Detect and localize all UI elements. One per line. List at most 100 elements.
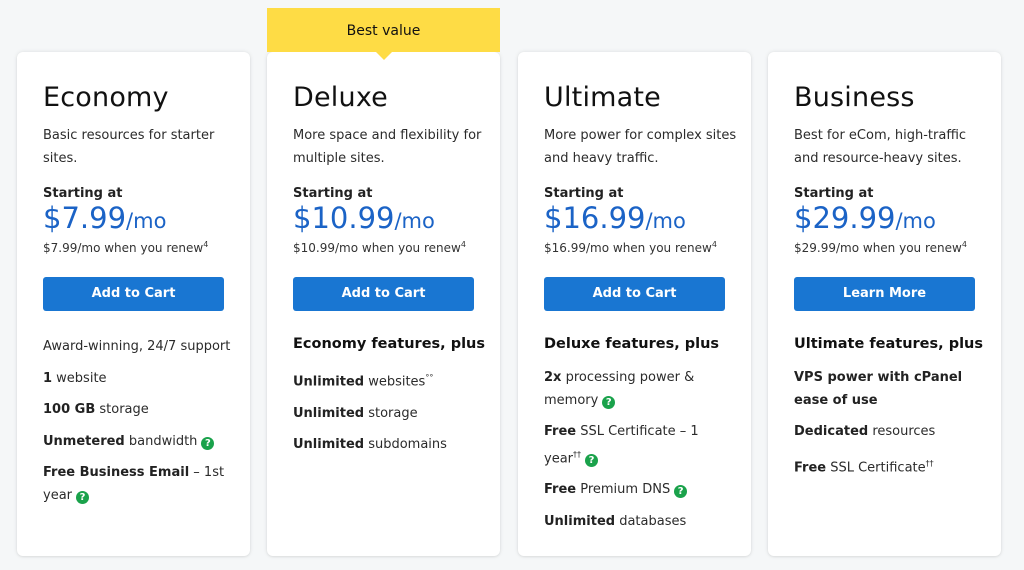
feature-text: website (52, 370, 107, 386)
feature-strong: VPS power with cPanel ease of use (794, 370, 963, 408)
feature-item: 100 GB storage (43, 399, 236, 422)
feature-list: VPS power with cPanel ease of use Dedica… (794, 367, 987, 488)
feature-item: Unmetered bandwidth? (43, 431, 236, 454)
feature-item: Unlimited websites°° (293, 367, 486, 394)
help-icon[interactable]: ? (76, 490, 90, 504)
feature-text: databases (615, 513, 687, 529)
feature-item: Free SSL Certificate†† (794, 453, 987, 480)
renewal-text: $7.99/mo when you renew (43, 241, 204, 255)
plan-price: $7.99/mo (43, 201, 166, 235)
add-to-cart-button[interactable]: Add to Cart (293, 277, 474, 311)
footnote-marker: 4 (460, 240, 466, 249)
price-period: /mo (645, 209, 686, 233)
help-icon[interactable]: ? (674, 485, 688, 499)
feature-strong: 2x (544, 370, 562, 385)
price-amount: $10.99 (293, 201, 395, 235)
help-icon[interactable]: ? (585, 453, 599, 467)
plan-price: $29.99/mo (794, 201, 936, 235)
feature-strong: 1 (43, 370, 53, 386)
feature-text: storage (95, 402, 149, 417)
price-amount: $16.99 (544, 201, 646, 235)
plan-card-economy: Economy Basic resources for starter site… (17, 52, 250, 556)
help-icon[interactable]: ? (201, 436, 215, 450)
feature-strong: Free (544, 482, 577, 498)
footnote-marker: †† (573, 449, 582, 459)
plan-name: Economy (43, 82, 169, 113)
renewal-text: $10.99/mo when you renew (293, 241, 461, 255)
best-value-label: Best value (346, 23, 421, 39)
feature-item: Free Premium DNS? (544, 479, 737, 502)
feature-item: Unlimited storage (293, 403, 486, 426)
renewal-text: $16.99/mo when you renew (544, 241, 712, 255)
add-to-cart-button[interactable]: Add to Cart (43, 277, 224, 311)
renewal-price: $10.99/mo when you renew4 (293, 240, 466, 255)
feature-strong: Free Business Email (43, 465, 190, 480)
renewal-text: $29.99/mo when you renew (794, 241, 962, 255)
feature-item: 2x processing power & memory? (544, 367, 737, 412)
feature-text: websites (364, 374, 426, 390)
feature-strong: Unlimited (544, 513, 616, 529)
best-value-ribbon: Best value (267, 8, 500, 60)
starting-at-label: Starting at (293, 186, 373, 201)
feature-text: subdomains (364, 437, 447, 453)
plan-card-business: Business Best for eCom, high-traffic and… (768, 52, 1001, 556)
footnote-marker: 4 (961, 240, 967, 249)
features-heading: Ultimate features, plus (794, 336, 984, 352)
starting-at-label: Starting at (794, 186, 874, 201)
feature-text: bandwidth (124, 433, 198, 449)
starting-at-label: Starting at (43, 186, 123, 201)
feature-item: Free SSL Certificate – 1 year††? (544, 421, 737, 470)
feature-text: Award-winning, 24/7 support (43, 339, 231, 354)
footnote-marker: 4 (203, 240, 209, 249)
feature-text: processing power & memory (544, 370, 695, 408)
feature-item: Unlimited subdomains (293, 434, 486, 457)
plan-name: Business (794, 82, 915, 113)
price-period: /mo (895, 209, 936, 233)
plan-name: Ultimate (544, 82, 661, 113)
plan-price: $16.99/mo (544, 201, 686, 235)
feature-strong: Unlimited (293, 405, 365, 421)
feature-list: Award-winning, 24/7 support 1 website 10… (43, 336, 236, 516)
feature-strong: Free (544, 424, 577, 439)
renewal-price: $7.99/mo when you renew4 (43, 240, 208, 255)
plan-name: Deluxe (293, 82, 388, 113)
price-amount: $7.99 (43, 201, 127, 235)
feature-strong: Dedicated (794, 424, 869, 439)
price-amount: $29.99 (794, 201, 896, 235)
plan-description: Best for eCom, high-traffic and resource… (794, 128, 967, 166)
plan-card-deluxe: Deluxe More space and flexibility for mu… (267, 52, 500, 556)
renewal-price: $29.99/mo when you renew4 (794, 240, 967, 255)
feature-item: Unlimited databases (544, 511, 737, 534)
feature-strong: Unlimited (293, 437, 365, 453)
features-heading: Economy features, plus (293, 336, 486, 352)
footnote-marker: °° (425, 373, 434, 382)
help-icon[interactable]: ? (602, 395, 616, 409)
learn-more-button[interactable]: Learn More (794, 277, 975, 311)
feature-strong: Free (794, 459, 827, 475)
footnote-marker: 4 (711, 240, 717, 249)
feature-item: Award-winning, 24/7 support (43, 336, 236, 359)
plan-description: More space and flexibility for multiple … (293, 128, 482, 166)
footnote-marker: †† (925, 458, 934, 468)
feature-strong: Unlimited (293, 374, 365, 390)
feature-list: 2x processing power & memory? Free SSL C… (544, 367, 737, 542)
starting-at-label: Starting at (544, 186, 624, 201)
add-to-cart-button[interactable]: Add to Cart (544, 277, 725, 311)
renewal-price: $16.99/mo when you renew4 (544, 240, 717, 255)
feature-item: Dedicated resources (794, 421, 987, 444)
feature-item: 1 website (43, 368, 236, 391)
feature-text: Premium DNS (576, 482, 671, 498)
plan-description: More power for complex sites and heavy t… (544, 128, 737, 166)
plan-price: $10.99/mo (293, 201, 435, 235)
plan-description: Basic resources for starter sites. (43, 128, 215, 166)
feature-item: Free Business Email – 1st year? (43, 462, 236, 507)
plan-card-ultimate: Ultimate More power for complex sites an… (518, 52, 751, 556)
feature-item: VPS power with cPanel ease of use (794, 367, 987, 412)
ribbon-notch (375, 52, 392, 60)
feature-list: Unlimited websites°° Unlimited storage U… (293, 367, 486, 466)
features-heading: Deluxe features, plus (544, 336, 720, 352)
feature-text: SSL Certificate (826, 459, 926, 475)
price-period: /mo (126, 209, 167, 233)
feature-text: resources (868, 424, 936, 439)
price-period: /mo (394, 209, 435, 233)
